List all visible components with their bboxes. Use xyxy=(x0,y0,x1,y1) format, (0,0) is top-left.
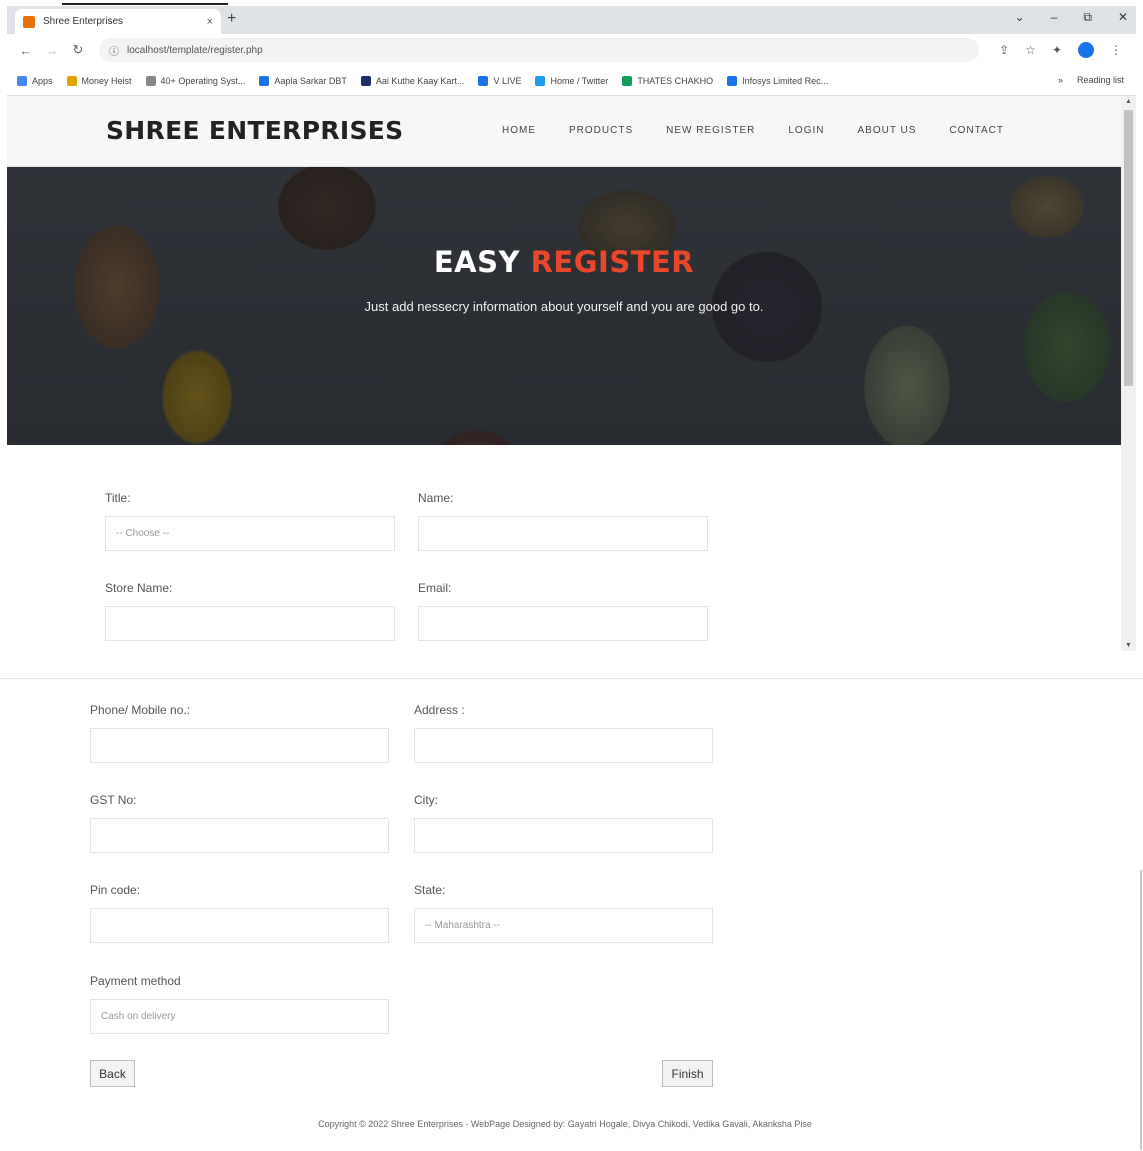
nav-login[interactable]: LOGIN xyxy=(788,125,824,136)
favicon-icon xyxy=(23,15,35,28)
email-label: Email: xyxy=(418,581,452,595)
back-button[interactable]: Back xyxy=(90,1060,135,1087)
maximize-icon[interactable]: ⧉ xyxy=(1083,10,1092,25)
bookmark-item[interactable]: V LIVE xyxy=(478,75,521,86)
phone-input[interactable] xyxy=(90,728,389,763)
payment-method-input[interactable]: Cash on delivery xyxy=(90,999,389,1034)
heading-underline xyxy=(62,3,228,5)
bookmark-icon xyxy=(360,75,371,86)
payment-method-label: Payment method xyxy=(90,974,181,988)
tab-bar: Shree Enterprises × + ⌄ – ⧉ ✕ xyxy=(7,6,1136,34)
browser-tab[interactable]: Shree Enterprises × xyxy=(15,9,221,34)
address-bar[interactable]: ⓘ localhost/template/register.php xyxy=(99,38,979,62)
state-label: State: xyxy=(414,883,446,897)
gst-label: GST No: xyxy=(90,793,137,807)
bookmark-icon xyxy=(727,75,738,86)
site-info-icon[interactable]: ⓘ xyxy=(109,43,119,58)
bookmark-icon xyxy=(622,75,633,86)
browser-chrome: Shree Enterprises × + ⌄ – ⧉ ✕ ← → ↻ ⓘ lo… xyxy=(7,6,1136,96)
minimize-icon[interactable]: – xyxy=(1051,10,1058,25)
bookmark-item[interactable]: Infosys Limited Rec... xyxy=(727,75,828,86)
tab-search-icon[interactable]: ⌄ xyxy=(1015,10,1025,25)
hero-banner: EASY REGISTER Just add nessecry informat… xyxy=(7,167,1121,445)
nav-home[interactable]: HOME xyxy=(502,125,536,136)
title-label: Title: xyxy=(105,491,131,505)
bookmark-icon xyxy=(478,75,489,86)
email-input[interactable] xyxy=(418,606,708,641)
section-divider xyxy=(0,678,1143,679)
bookmark-icon xyxy=(145,75,156,86)
address-label: Address : xyxy=(414,703,465,717)
page-scrollbar[interactable]: ▲ ▼ xyxy=(1121,96,1136,651)
tab-close-icon[interactable]: × xyxy=(207,16,213,28)
name-label: Name: xyxy=(418,491,454,505)
bookmark-icon xyxy=(259,75,270,86)
pin-code-input[interactable] xyxy=(90,908,389,943)
city-input[interactable] xyxy=(414,818,713,853)
new-tab-icon[interactable]: + xyxy=(227,10,236,28)
url-text: localhost/template/register.php xyxy=(127,44,263,56)
menu-dots-icon[interactable]: ⋮ xyxy=(1110,43,1122,57)
store-name-label: Store Name: xyxy=(105,581,173,595)
bookmark-item[interactable]: Aapla Sarkar DBT xyxy=(259,75,347,86)
bookmark-star-icon[interactable]: ☆ xyxy=(1025,43,1036,57)
pin-code-label: Pin code: xyxy=(90,883,141,897)
nav-about-us[interactable]: ABOUT US xyxy=(857,125,916,136)
bookmark-item[interactable]: Home / Twitter xyxy=(535,75,608,86)
toolbar-right: ⇪ ☆ ✦ ⋮ xyxy=(999,42,1122,58)
bookmark-item[interactable]: Apps xyxy=(17,75,53,86)
page-viewport: SHREE ENTERPRISES HOME PRODUCTS NEW REGI… xyxy=(7,96,1136,651)
twitter-icon xyxy=(535,75,546,86)
forward-arrow-icon[interactable]: → xyxy=(45,43,59,58)
site-logo[interactable]: SHREE ENTERPRISES xyxy=(106,116,403,145)
gst-input[interactable] xyxy=(90,818,389,853)
bookmark-item[interactable]: THATES CHAKHO xyxy=(622,75,713,86)
share-icon[interactable]: ⇪ xyxy=(999,43,1009,57)
nav-products[interactable]: PRODUCTS xyxy=(569,125,633,136)
address-input[interactable] xyxy=(414,728,713,763)
reading-list-button[interactable]: Reading list xyxy=(1077,75,1124,85)
title-select[interactable]: -- Choose -- xyxy=(105,516,395,551)
store-name-input[interactable] xyxy=(105,606,395,641)
reload-icon[interactable]: ↻ xyxy=(71,42,85,58)
window-controls: ⌄ – ⧉ ✕ xyxy=(1015,10,1128,25)
state-select[interactable]: -- Maharashtra -- xyxy=(414,908,713,943)
bookmark-item[interactable]: Money Heist xyxy=(66,75,132,86)
extensions-icon[interactable]: ✦ xyxy=(1052,43,1062,57)
more-bookmarks-icon[interactable]: » xyxy=(1058,75,1063,85)
apps-grid-icon xyxy=(17,75,27,86)
scrollbar-thumb[interactable] xyxy=(1124,110,1133,386)
nav-contact[interactable]: CONTACT xyxy=(949,125,1004,136)
bookmark-icon xyxy=(66,75,77,86)
bookmark-item[interactable]: Aai Kuthe Kaay Kart... xyxy=(360,75,464,86)
scroll-up-icon[interactable]: ▲ xyxy=(1121,98,1136,105)
close-window-icon[interactable]: ✕ xyxy=(1118,10,1128,25)
bookmarks-right: » Reading list xyxy=(1058,75,1124,85)
address-row: ← → ↻ ⓘ localhost/template/register.php … xyxy=(7,34,1136,66)
scroll-down-icon[interactable]: ▼ xyxy=(1121,642,1136,649)
site-header: SHREE ENTERPRISES HOME PRODUCTS NEW REGI… xyxy=(7,96,1121,167)
hero-title-part2: REGISTER xyxy=(530,245,695,279)
city-label: City: xyxy=(414,793,438,807)
nav-new-register[interactable]: NEW REGISTER xyxy=(666,125,755,136)
tab-title: Shree Enterprises xyxy=(43,16,124,27)
hero-title: EASY REGISTER xyxy=(7,245,1121,279)
profile-avatar[interactable] xyxy=(1078,42,1094,58)
hero-subtitle: Just add nessecry information about your… xyxy=(364,299,764,314)
footer-copyright: Copyright © 2022 Shree Enterprises - Web… xyxy=(318,1119,812,1129)
bookmark-item[interactable]: 40+ Operating Syst... xyxy=(145,75,245,86)
phone-label: Phone/ Mobile no.: xyxy=(90,703,191,717)
lower-scrollbar[interactable] xyxy=(1140,870,1142,1150)
name-input[interactable] xyxy=(418,516,708,551)
finish-button[interactable]: Finish xyxy=(662,1060,713,1087)
main-nav: HOME PRODUCTS NEW REGISTER LOGIN ABOUT U… xyxy=(502,125,1004,136)
hero-title-part1: EASY xyxy=(433,245,520,279)
bookmarks-bar: Apps Money Heist 40+ Operating Syst... A… xyxy=(7,66,1136,96)
back-arrow-icon[interactable]: ← xyxy=(19,43,33,58)
